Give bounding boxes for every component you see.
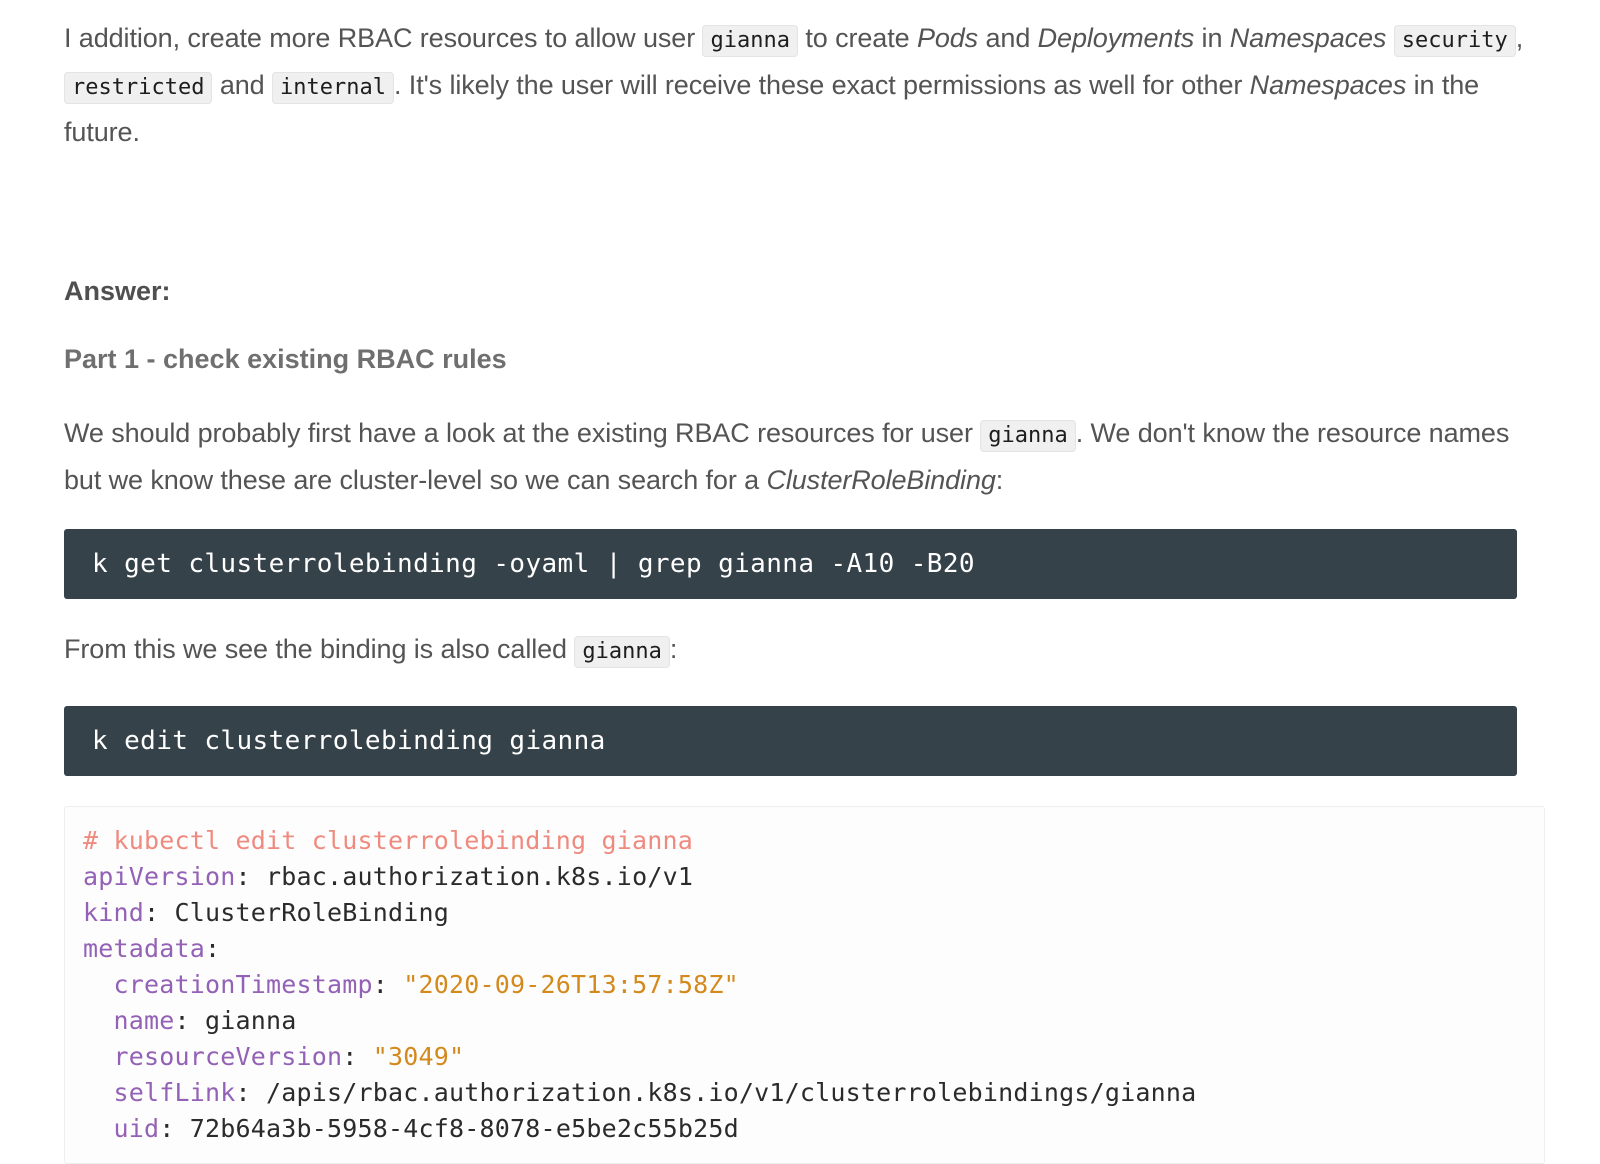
- yaml-colon: :: [236, 1078, 251, 1107]
- intro-text-1: I addition, create more RBAC resources t…: [64, 23, 702, 53]
- para3-text-2: :: [670, 634, 677, 664]
- yaml-line: creationTimestamp: "2020-09-26T13:57:58Z…: [83, 967, 1526, 1003]
- yaml-colon: :: [144, 898, 159, 927]
- intro-text-3: and: [978, 23, 1038, 53]
- intro-italic-namespaces-1: Namespaces: [1230, 23, 1387, 53]
- yaml-value: gianna: [190, 1006, 297, 1035]
- intro-italic-namespaces-2: Namespaces: [1250, 70, 1407, 100]
- spacer: [64, 776, 1536, 806]
- yaml-key: creationTimestamp: [83, 970, 373, 999]
- intro-text-6: and: [212, 70, 272, 100]
- command-text: k edit clusterrolebinding gianna: [92, 724, 1489, 758]
- intro-text-2: to create: [798, 23, 917, 53]
- yaml-colon: :: [205, 934, 220, 963]
- yaml-value: rbac.authorization.k8s.io/v1: [251, 862, 693, 891]
- command-block-edit-clusterrolebinding[interactable]: k edit clusterrolebinding gianna: [64, 706, 1517, 776]
- intro-paragraph: I addition, create more RBAC resources t…: [64, 16, 1536, 155]
- inline-code-security: security: [1394, 25, 1516, 57]
- command-text: k get clusterrolebinding -oyaml | grep g…: [92, 547, 1489, 581]
- yaml-colon: :: [373, 970, 388, 999]
- yaml-key: selfLink: [83, 1078, 236, 1107]
- spacer: [64, 599, 1536, 627]
- yaml-line: kind: ClusterRoleBinding: [83, 895, 1526, 931]
- yaml-line: # kubectl edit clusterrolebinding gianna: [83, 823, 1526, 859]
- yaml-key: apiVersion: [83, 862, 236, 891]
- yaml-key: name: [83, 1006, 175, 1035]
- inline-code-gianna: gianna: [702, 25, 797, 57]
- yaml-code-text: # kubectl edit clusterrolebinding gianna…: [65, 823, 1544, 1147]
- intro-text-5: ,: [1516, 23, 1523, 53]
- spacer: [64, 311, 1536, 339]
- command-block-get-clusterrolebinding[interactable]: k get clusterrolebinding -oyaml | grep g…: [64, 529, 1517, 599]
- binding-name-paragraph: From this we see the binding is also cal…: [64, 627, 1536, 674]
- yaml-value: /apis/rbac.authorization.k8s.io/v1/clust…: [251, 1078, 1197, 1107]
- intro-italic-deployments: Deployments: [1038, 23, 1194, 53]
- yaml-line: resourceVersion: "3049": [83, 1039, 1526, 1075]
- inline-code-restricted: restricted: [64, 72, 212, 104]
- yaml-colon: :: [175, 1006, 190, 1035]
- yaml-colon: :: [159, 1114, 174, 1143]
- intro-space-1: [1386, 23, 1393, 53]
- inline-code-gianna-3: gianna: [574, 636, 669, 668]
- article-content: I addition, create more RBAC resources t…: [0, 0, 1600, 1164]
- yaml-key: uid: [83, 1114, 159, 1143]
- intro-italic-pods: Pods: [917, 23, 978, 53]
- yaml-colon: :: [236, 862, 251, 891]
- answer-heading: Answer:: [64, 271, 1536, 311]
- yaml-output-block[interactable]: # kubectl edit clusterrolebinding gianna…: [64, 806, 1545, 1164]
- spacer: [64, 674, 1536, 706]
- spacer: [64, 503, 1536, 529]
- intro-text-7: . It's likely the user will receive thes…: [394, 70, 1250, 100]
- inline-code-internal: internal: [272, 72, 394, 104]
- yaml-line: selfLink: /apis/rbac.authorization.k8s.i…: [83, 1075, 1526, 1111]
- yaml-line: uid: 72b64a3b-5958-4cf8-8078-e5be2c55b25…: [83, 1111, 1526, 1147]
- yaml-value: "3049": [358, 1042, 465, 1071]
- yaml-key: metadata: [83, 934, 205, 963]
- yaml-value: ClusterRoleBinding: [159, 898, 449, 927]
- para3-text-1: From this we see the binding is also cal…: [64, 634, 574, 664]
- para2-text-1: We should probably first have a look at …: [64, 418, 980, 448]
- para2-italic-clusterrolebinding: ClusterRoleBinding: [766, 465, 995, 495]
- inline-code-gianna-2: gianna: [980, 420, 1075, 452]
- yaml-line: apiVersion: rbac.authorization.k8s.io/v1: [83, 859, 1526, 895]
- yaml-key: kind: [83, 898, 144, 927]
- yaml-value: 72b64a3b-5958-4cf8-8078-e5be2c55b25d: [175, 1114, 739, 1143]
- yaml-colon: :: [342, 1042, 357, 1071]
- para2-text-3: :: [996, 465, 1003, 495]
- spacer: [64, 379, 1536, 411]
- intro-text-4: in: [1194, 23, 1230, 53]
- yaml-comment: # kubectl edit clusterrolebinding gianna: [83, 826, 693, 855]
- yaml-line: metadata:: [83, 931, 1526, 967]
- yaml-key: resourceVersion: [83, 1042, 342, 1071]
- yaml-value: "2020-09-26T13:57:58Z": [388, 970, 739, 999]
- yaml-line: name: gianna: [83, 1003, 1526, 1039]
- rbac-lookup-paragraph: We should probably first have a look at …: [64, 411, 1536, 503]
- spacer: [64, 155, 1536, 271]
- part1-heading: Part 1 - check existing RBAC rules: [64, 339, 1536, 379]
